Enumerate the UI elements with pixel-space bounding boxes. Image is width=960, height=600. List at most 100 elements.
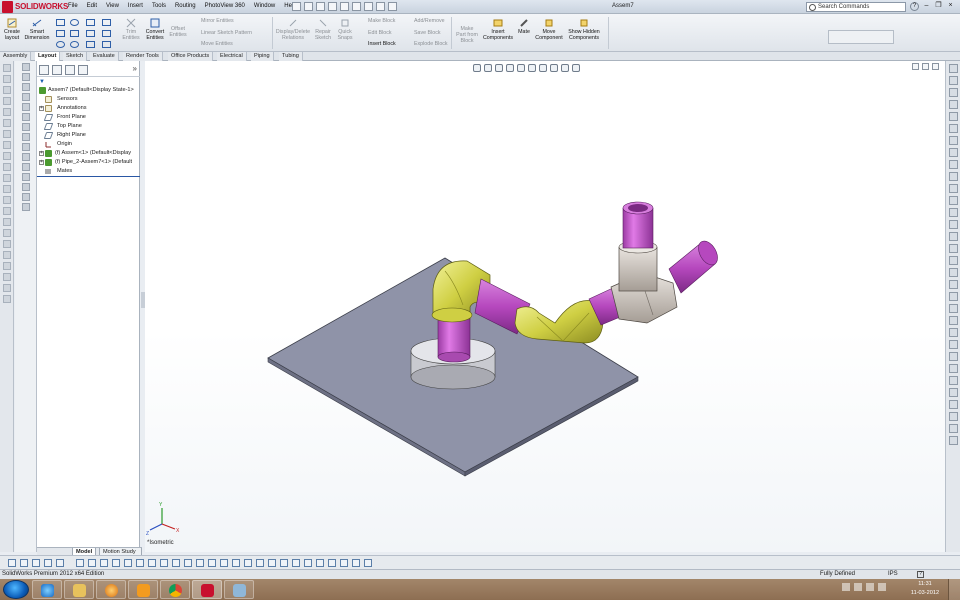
trim-entities-button[interactable]: Trim Entities <box>121 18 141 41</box>
expand-icon[interactable]: + <box>39 160 44 165</box>
tool-icon[interactable] <box>340 559 348 567</box>
tab-sketch[interactable]: Sketch <box>63 52 88 61</box>
tool-icon[interactable] <box>88 559 96 567</box>
menu-insert[interactable]: Insert <box>128 3 143 9</box>
display-manager-tab-icon[interactable] <box>78 65 88 75</box>
start-button-icon[interactable] <box>3 580 29 599</box>
tool-icon[interactable] <box>2 130 11 138</box>
tree-root[interactable]: Assem7 (Default<Display State-1> <box>37 86 140 95</box>
tool-icon[interactable] <box>21 153 30 161</box>
taskbar-app[interactable] <box>224 580 254 599</box>
tool-icon[interactable] <box>21 133 30 141</box>
menu-edit[interactable]: Edit <box>87 3 97 9</box>
tool-icon[interactable] <box>2 108 11 116</box>
tool-icon[interactable] <box>948 400 958 409</box>
tool-icon[interactable] <box>948 244 958 253</box>
tool-icon[interactable] <box>2 229 11 237</box>
print-icon[interactable] <box>328 2 337 11</box>
tool-icon[interactable] <box>20 559 28 567</box>
tree-item-annotations[interactable]: + Annotations <box>37 104 140 113</box>
tool-icon[interactable] <box>112 559 120 567</box>
feature-manager-tab-icon[interactable] <box>39 65 49 75</box>
mirror-entities-button[interactable]: Mirror Entities <box>201 18 234 24</box>
tool-icon[interactable] <box>21 123 30 131</box>
tool-icon[interactable] <box>948 268 958 277</box>
circle-icon[interactable] <box>70 19 79 26</box>
tool-icon[interactable] <box>948 76 958 85</box>
tool-icon[interactable] <box>21 143 30 151</box>
tool-icon[interactable] <box>2 262 11 270</box>
tool-icon[interactable] <box>256 559 264 567</box>
tool-icon[interactable] <box>160 559 168 567</box>
insert-components-button[interactable]: Insert Components <box>482 18 514 41</box>
tool-icon[interactable] <box>948 208 958 217</box>
tool-icon[interactable] <box>280 559 288 567</box>
convert-entities-button[interactable]: Convert Entities <box>143 18 167 41</box>
text-icon[interactable] <box>102 30 111 37</box>
tool-icon[interactable] <box>948 232 958 241</box>
tab-render-tools[interactable]: Render Tools <box>123 52 163 61</box>
taskbar-solidworks[interactable] <box>192 580 222 599</box>
arc-icon[interactable] <box>86 19 95 26</box>
tool-icon[interactable] <box>364 559 372 567</box>
tool-icon[interactable] <box>948 88 958 97</box>
tool-icon[interactable] <box>2 75 11 83</box>
centerline-icon[interactable] <box>86 41 95 48</box>
tool-icon[interactable] <box>2 185 11 193</box>
tool-icon[interactable] <box>32 559 40 567</box>
taskbar-ie[interactable] <box>32 580 62 599</box>
tool-icon[interactable] <box>196 559 204 567</box>
save-block-button[interactable]: Save Block <box>414 30 441 36</box>
tool-icon[interactable] <box>2 64 11 72</box>
repair-sketch-button[interactable]: Repair Sketch <box>313 18 333 41</box>
minimize-button[interactable]: – <box>922 2 931 11</box>
tool-icon[interactable] <box>21 103 30 111</box>
tree-item-origin[interactable]: Origin <box>37 140 140 149</box>
graphics-area[interactable]: Y Z X *Isometric <box>145 61 945 552</box>
taskbar-explorer[interactable] <box>64 580 94 599</box>
tool-icon[interactable] <box>21 183 30 191</box>
tree-item-front-plane[interactable]: Front Plane <box>37 113 140 122</box>
configuration-manager-tab-icon[interactable] <box>65 65 75 75</box>
elbow-fitting-2[interactable] <box>514 300 604 344</box>
tool-icon[interactable] <box>948 280 958 289</box>
ellipse-icon[interactable] <box>56 41 65 48</box>
taskbar-outlook[interactable] <box>128 580 158 599</box>
options-icon[interactable] <box>388 2 397 11</box>
solidworks-logo[interactable]: SOLIDWORKS <box>2 1 68 13</box>
tool-icon[interactable] <box>948 124 958 133</box>
tool-icon[interactable] <box>208 559 216 567</box>
tab-tubing[interactable]: Tubing <box>279 52 303 61</box>
tee-vertical-pipe[interactable] <box>622 201 654 249</box>
tool-icon[interactable] <box>8 559 16 567</box>
tab-electrical[interactable]: Electrical <box>217 52 247 61</box>
tree-item-pipe[interactable]: + (f) Pipe_2-Assem7<1> (Default <box>37 158 140 167</box>
tool-icon[interactable] <box>100 559 108 567</box>
routing-toolbar[interactable] <box>828 30 894 44</box>
tool-icon[interactable] <box>2 163 11 171</box>
tool-icon[interactable] <box>948 316 958 325</box>
tool-icon[interactable] <box>948 412 958 421</box>
tab-evaluate[interactable]: Evaluate <box>90 52 119 61</box>
tool-icon[interactable] <box>21 203 30 211</box>
polygon-icon[interactable] <box>70 30 79 37</box>
tool-icon[interactable] <box>948 376 958 385</box>
tool-icon[interactable] <box>292 559 300 567</box>
filter-icon[interactable]: ▼ <box>39 79 49 86</box>
tool-icon[interactable] <box>948 256 958 265</box>
tool-icon[interactable] <box>948 436 958 445</box>
edit-block-button[interactable]: Edit Block <box>368 30 392 36</box>
close-button[interactable]: × <box>946 2 955 11</box>
menu-view[interactable]: View <box>106 3 119 9</box>
new-document-icon[interactable] <box>292 2 301 11</box>
tool-icon[interactable] <box>124 559 132 567</box>
rectangle-icon[interactable] <box>56 30 65 37</box>
restore-button[interactable]: ❐ <box>934 2 943 11</box>
tool-icon[interactable] <box>948 196 958 205</box>
show-hidden-components-button[interactable]: Show Hidden Components <box>566 18 602 41</box>
tool-icon[interactable] <box>948 340 958 349</box>
tool-icon[interactable] <box>2 174 11 182</box>
tool-icon[interactable] <box>2 240 11 248</box>
menu-window[interactable]: Window <box>254 3 275 9</box>
tree-item-top-plane[interactable]: Top Plane <box>37 122 140 131</box>
